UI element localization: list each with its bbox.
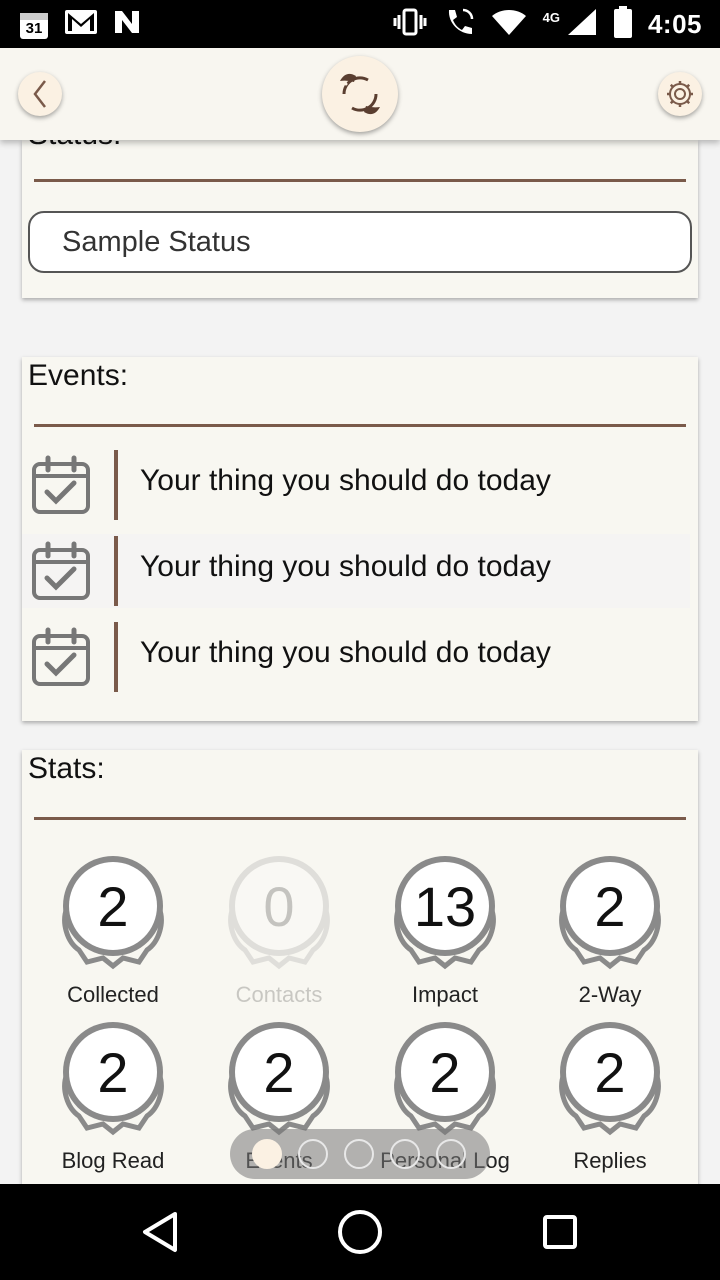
event-item[interactable]: Your thing you should do today xyxy=(22,534,690,608)
stat-blog-read[interactable]: 2 Blog Read xyxy=(38,1020,188,1174)
settings-button[interactable] xyxy=(658,72,702,116)
status-divider xyxy=(34,179,686,182)
calendar-check-icon xyxy=(30,454,92,521)
page-dot[interactable] xyxy=(390,1139,420,1169)
gmail-icon xyxy=(64,8,98,41)
stat-contacts[interactable]: 0 Contacts xyxy=(204,854,354,1008)
page-dot[interactable] xyxy=(436,1139,466,1169)
event-text: Your thing you should do today xyxy=(140,464,551,497)
nav-recents-button[interactable] xyxy=(534,1206,586,1258)
stat-collected[interactable]: 2 Collected xyxy=(38,854,188,1008)
triangle-back-icon xyxy=(143,1212,177,1252)
system-status-bar: 31 4G 4:05 xyxy=(0,0,720,48)
badge-medal-icon: 2 xyxy=(550,854,670,974)
page-indicator xyxy=(230,1129,490,1179)
events-card: Events: Your thing you should do today Y… xyxy=(22,357,698,721)
stat-label: 2-Way xyxy=(578,982,642,1007)
stats-divider xyxy=(34,817,686,820)
signal-icon xyxy=(566,7,598,42)
page-dot[interactable] xyxy=(344,1139,374,1169)
clock: 4:05 xyxy=(647,9,702,39)
nav-back-button[interactable] xyxy=(134,1206,186,1258)
stat-label: Contacts xyxy=(235,982,323,1007)
stat-label: Collected xyxy=(67,982,159,1007)
status-input[interactable]: Sample Status xyxy=(28,211,692,273)
badge-medal-icon: 2 xyxy=(219,1020,339,1140)
battery-icon xyxy=(613,6,632,43)
status-title: Status: xyxy=(28,140,121,152)
n-icon xyxy=(112,8,142,41)
system-navigation-bar xyxy=(0,1184,720,1280)
stat-replies[interactable]: 2 Replies xyxy=(535,1020,685,1174)
stat-impact[interactable]: 13 Impact xyxy=(370,854,520,1008)
badge-medal-icon: 2 xyxy=(53,1020,173,1140)
nav-home-button[interactable] xyxy=(334,1206,386,1258)
page-dot[interactable] xyxy=(252,1139,282,1169)
network-type-label: 4G xyxy=(542,10,560,25)
wifi-icon xyxy=(491,8,527,41)
badge-medal-icon: 13 xyxy=(385,854,505,974)
stat-label: Blog Read xyxy=(61,1148,165,1173)
vibrate-icon xyxy=(393,7,427,42)
back-chevron-icon xyxy=(33,80,46,108)
badge-medal-icon: 2 xyxy=(385,1020,505,1140)
circle-home-icon xyxy=(338,1210,382,1254)
badge-medal-icon: 2 xyxy=(550,1020,670,1140)
calendar-icon: 31 xyxy=(18,9,50,41)
app-bar xyxy=(0,48,720,140)
events-divider xyxy=(34,424,686,427)
badge-medal-icon: 0 xyxy=(219,854,339,974)
stat-label: Impact xyxy=(411,982,479,1007)
home-logo-button[interactable] xyxy=(322,56,398,132)
sync-logo-icon xyxy=(340,73,380,115)
wifi-call-icon xyxy=(443,7,475,42)
gear-icon xyxy=(667,81,693,107)
stats-card: Stats: 2 Collected 0 Contacts 13 Impact … xyxy=(22,750,698,1190)
status-card: Status: Sample Status xyxy=(22,140,698,298)
badge-medal-icon: 2 xyxy=(53,854,173,974)
calendar-check-icon xyxy=(30,540,92,607)
events-title: Events: xyxy=(28,359,129,392)
event-text: Your thing you should do today xyxy=(140,636,551,669)
page-dot[interactable] xyxy=(298,1139,328,1169)
event-item[interactable]: Your thing you should do today xyxy=(22,448,690,522)
stat-label: Replies xyxy=(573,1148,647,1173)
stats-title: Stats: xyxy=(28,752,105,785)
event-text: Your thing you should do today xyxy=(140,550,551,583)
event-item[interactable]: Your thing you should do today xyxy=(22,620,690,694)
calendar-check-icon xyxy=(30,626,92,693)
stat-two-way[interactable]: 2 2-Way xyxy=(535,854,685,1008)
square-recents-icon xyxy=(543,1215,577,1249)
back-button[interactable] xyxy=(18,72,62,116)
